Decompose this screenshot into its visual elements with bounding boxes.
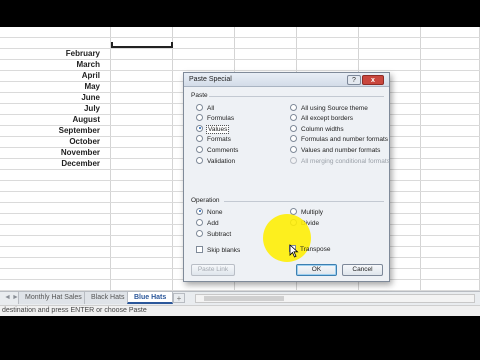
radio-paste-values[interactable]: Values bbox=[196, 124, 230, 134]
paste-link-button: Paste Link bbox=[191, 264, 235, 276]
cell-month[interactable]: December bbox=[0, 158, 100, 169]
radio-operation-add[interactable]: Add bbox=[196, 218, 219, 228]
sheet-tab-blue-hats[interactable]: Blue Hats bbox=[127, 292, 174, 304]
radio-circle bbox=[196, 218, 203, 226]
radio-all-except-borders[interactable]: All except borders bbox=[290, 113, 354, 123]
option-label: Add bbox=[207, 220, 219, 227]
sheet-tab-black-hats[interactable]: Black Hats bbox=[84, 292, 132, 304]
cell-month[interactable]: June bbox=[0, 92, 100, 103]
radio-circle bbox=[290, 124, 297, 132]
group-divider bbox=[209, 96, 384, 97]
option-label: Formulas and number formats bbox=[301, 136, 389, 143]
option-label: Values bbox=[205, 125, 230, 134]
radio-paste-formulas[interactable]: Formulas bbox=[196, 113, 235, 123]
cell-month[interactable]: May bbox=[0, 81, 100, 92]
option-label: All using Source theme bbox=[301, 105, 368, 112]
tab-scroll-prev-button[interactable]: ◄ bbox=[4, 294, 11, 301]
radio-circle bbox=[290, 113, 297, 121]
option-label: All bbox=[207, 105, 215, 112]
radio-circle-disabled bbox=[290, 156, 297, 164]
help-button[interactable]: ? bbox=[347, 75, 361, 85]
radio-operation-subtract[interactable]: Subtract bbox=[196, 229, 232, 239]
cell-month[interactable]: February bbox=[0, 48, 100, 59]
option-label: All except borders bbox=[301, 115, 354, 122]
radio-circle bbox=[196, 145, 203, 153]
dialog-titlebar[interactable]: Paste Special ? x bbox=[184, 73, 389, 87]
grid-row-line bbox=[0, 37, 480, 38]
grid-column-line bbox=[420, 27, 421, 291]
radio-circle-selected bbox=[196, 207, 203, 215]
option-label: All merging conditional formats bbox=[301, 158, 390, 165]
cell-month[interactable]: March bbox=[0, 59, 100, 70]
radio-paste-all[interactable]: All bbox=[196, 103, 215, 113]
cell-month[interactable]: April bbox=[0, 70, 100, 81]
radio-column-widths[interactable]: Column widths bbox=[290, 124, 344, 134]
option-label: None bbox=[207, 209, 223, 216]
video-frame: February March April May June July Augus… bbox=[0, 0, 480, 360]
radio-paste-validation[interactable]: Validation bbox=[196, 156, 236, 166]
operation-group-label: Operation bbox=[191, 197, 220, 204]
mouse-pointer-icon bbox=[289, 244, 299, 258]
radio-circle bbox=[290, 134, 297, 142]
option-label: Skip blanks bbox=[207, 247, 241, 254]
radio-operation-none[interactable]: None bbox=[196, 207, 223, 217]
active-cell-selection[interactable] bbox=[111, 42, 173, 48]
option-label: Formulas bbox=[207, 115, 235, 122]
radio-circle bbox=[196, 229, 203, 237]
status-bar: destination and press ENTER or choose Pa… bbox=[0, 305, 480, 316]
option-label: Column widths bbox=[301, 126, 344, 133]
radio-circle bbox=[196, 113, 203, 121]
radio-circle-selected bbox=[196, 124, 203, 132]
grid-column-line bbox=[110, 27, 111, 291]
option-label: Comments bbox=[207, 147, 239, 154]
option-label: Values and number formats bbox=[301, 147, 381, 154]
cell-month[interactable]: July bbox=[0, 103, 100, 114]
radio-all-merging-conditional-formats: All merging conditional formats bbox=[290, 156, 390, 166]
radio-values-and-number-formats[interactable]: Values and number formats bbox=[290, 145, 381, 155]
radio-paste-formats[interactable]: Formats bbox=[196, 134, 231, 144]
new-sheet-button[interactable]: + bbox=[173, 293, 185, 303]
group-divider bbox=[224, 201, 384, 202]
radio-formulas-and-number-formats[interactable]: Formulas and number formats bbox=[290, 134, 389, 144]
option-label: Subtract bbox=[207, 231, 232, 238]
checkbox-box bbox=[196, 245, 203, 253]
sheet-tab-bar: ◄ ► Monthly Hat Sales Black Hats Blue Ha… bbox=[0, 291, 480, 305]
radio-all-using-source-theme[interactable]: All using Source theme bbox=[290, 103, 368, 113]
ok-button[interactable]: OK bbox=[296, 264, 337, 276]
radio-circle bbox=[290, 145, 297, 153]
cursor-highlight-spot bbox=[263, 214, 311, 262]
radio-circle bbox=[290, 103, 297, 111]
option-label: Transpose bbox=[300, 246, 331, 253]
radio-circle bbox=[196, 103, 203, 111]
dialog-title: Paste Special bbox=[189, 76, 232, 83]
cell-month[interactable]: September bbox=[0, 125, 100, 136]
option-label: Multiply bbox=[301, 209, 324, 216]
horizontal-scrollbar[interactable] bbox=[195, 294, 475, 303]
radio-circle bbox=[196, 134, 203, 142]
paste-group-label: Paste bbox=[191, 92, 208, 99]
checkbox-skip-blanks[interactable]: Skip blanks bbox=[196, 245, 241, 255]
sheet-tab-monthly-hat-sales[interactable]: Monthly Hat Sales bbox=[18, 292, 89, 304]
scrollbar-thumb[interactable] bbox=[204, 296, 284, 301]
cancel-button[interactable]: Cancel bbox=[342, 264, 383, 276]
cell-month[interactable]: November bbox=[0, 147, 100, 158]
radio-paste-comments[interactable]: Comments bbox=[196, 145, 239, 155]
cell-month[interactable]: August bbox=[0, 114, 100, 125]
option-label: Validation bbox=[207, 158, 236, 165]
radio-circle bbox=[196, 156, 203, 164]
grid-column-line bbox=[172, 27, 173, 291]
option-label: Formats bbox=[207, 136, 231, 143]
cell-month[interactable]: October bbox=[0, 136, 100, 147]
close-button[interactable]: x bbox=[362, 75, 384, 85]
